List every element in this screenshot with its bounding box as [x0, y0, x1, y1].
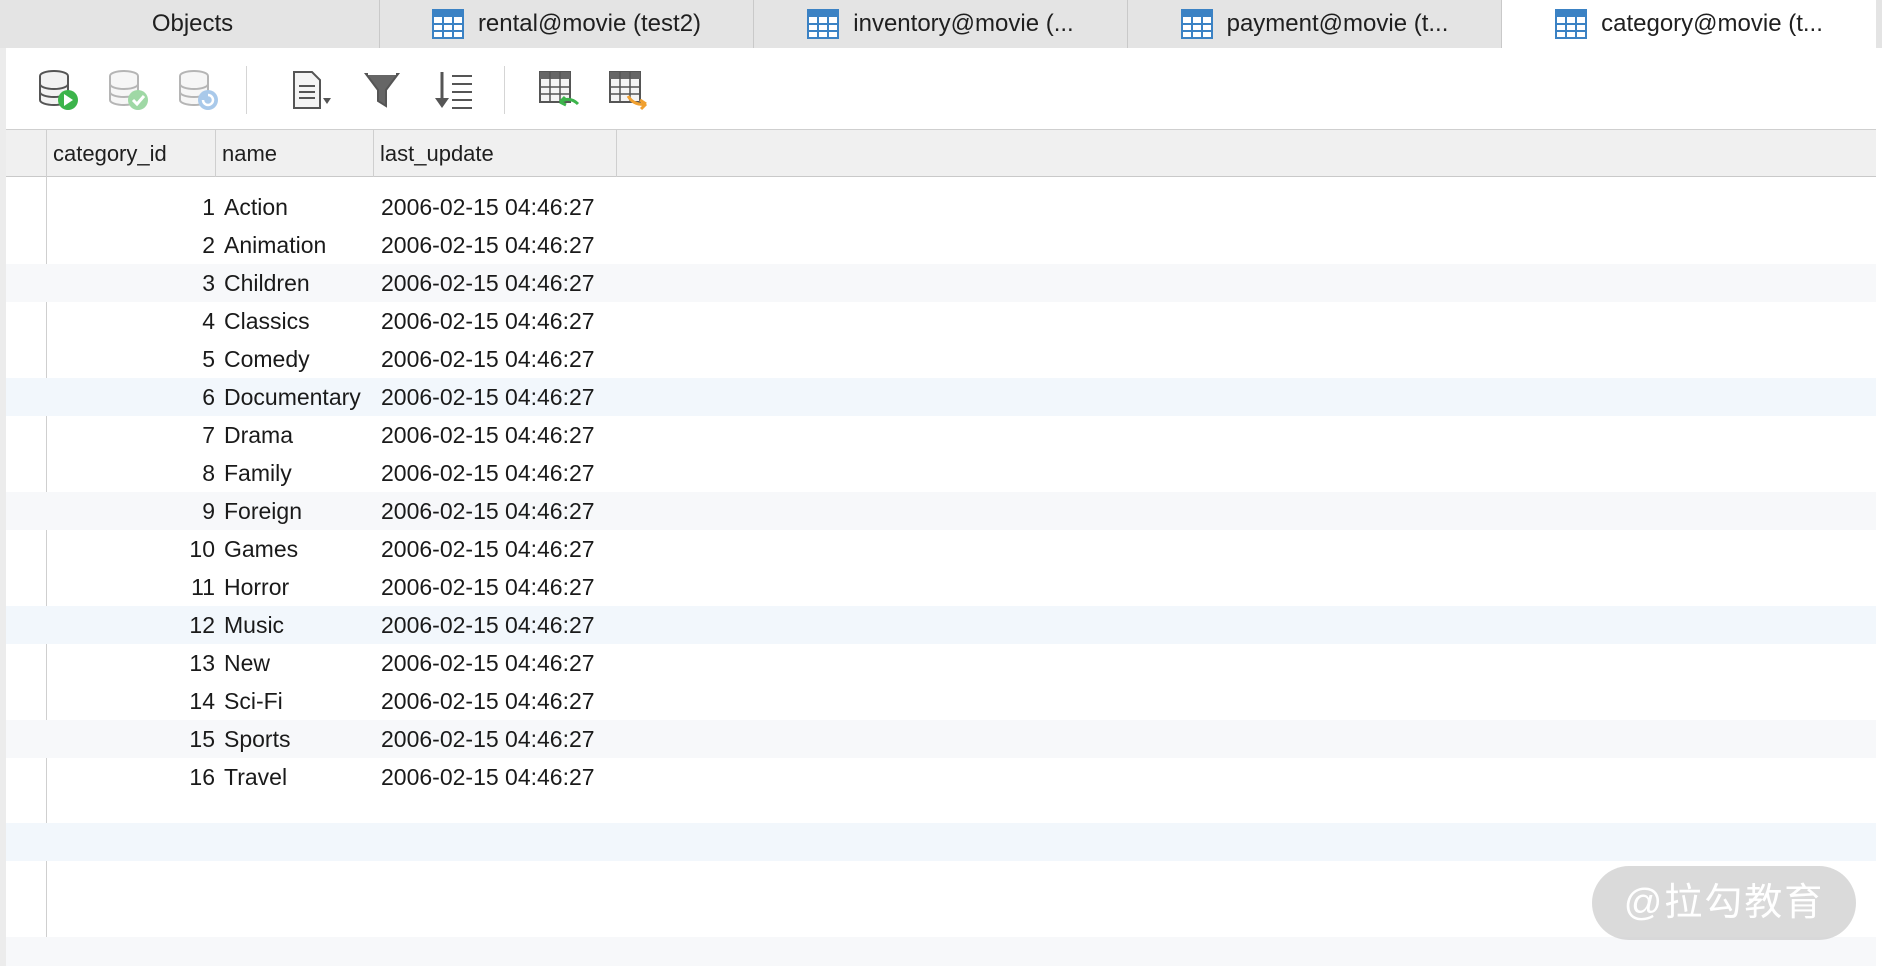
column-header-last-update[interactable]: last_update — [374, 130, 617, 177]
tab-objects[interactable]: Objects — [6, 0, 380, 48]
cell-category-id[interactable]: 1 — [47, 188, 215, 226]
cell-category-id[interactable]: 10 — [47, 530, 215, 568]
cell-name[interactable]: Action — [224, 188, 376, 226]
table-row[interactable]: 12 Music 2006-02-15 04:46:27 — [6, 606, 1876, 644]
cell-last-update[interactable]: 2006-02-15 04:46:27 — [381, 264, 609, 302]
cell-name[interactable]: Horror — [224, 568, 376, 606]
cell-category-id[interactable]: 8 — [47, 454, 215, 492]
cell-last-update[interactable]: 2006-02-15 04:46:27 — [381, 378, 609, 416]
cell-last-update[interactable]: 2006-02-15 04:46:27 — [381, 720, 609, 758]
column-header-category-id[interactable]: category_id — [47, 130, 216, 177]
row-selector-header[interactable] — [6, 130, 47, 177]
cell-last-update[interactable]: 2006-02-15 04:46:27 — [381, 530, 609, 568]
cell-name[interactable]: Sci-Fi — [224, 682, 376, 720]
table-row[interactable]: 2 Animation 2006-02-15 04:46:27 — [6, 226, 1876, 264]
sort-icon[interactable] — [432, 68, 476, 112]
cell-name[interactable]: Travel — [224, 758, 376, 796]
cell-name[interactable]: Foreign — [224, 492, 376, 530]
table-row[interactable]: 8 Family 2006-02-15 04:46:27 — [6, 454, 1876, 492]
cell-category-id[interactable]: 5 — [47, 340, 215, 378]
cell-category-id[interactable]: 14 — [47, 682, 215, 720]
cell-category-id[interactable]: 11 — [47, 568, 215, 606]
tab-label: Objects — [151, 10, 234, 37]
tab-label: inventory@movie (... — [853, 10, 1074, 37]
cell-name[interactable]: Games — [224, 530, 376, 568]
tab-label: payment@movie (t... — [1226, 10, 1449, 37]
cell-name[interactable]: Drama — [224, 416, 376, 454]
cell-name[interactable]: Comedy — [224, 340, 376, 378]
cell-last-update[interactable]: 2006-02-15 04:46:27 — [381, 492, 609, 530]
cell-last-update[interactable]: 2006-02-15 04:46:27 — [381, 606, 609, 644]
cell-name[interactable]: Documentary — [224, 378, 376, 416]
cell-name[interactable]: Classics — [224, 302, 376, 340]
cell-last-update[interactable]: 2006-02-15 04:46:27 — [381, 226, 609, 264]
tab-rental[interactable]: rental@movie (test2) — [380, 0, 754, 48]
cell-last-update[interactable]: 2006-02-15 04:46:27 — [381, 340, 609, 378]
empty-row — [6, 823, 1876, 861]
table-row[interactable]: 4 Classics 2006-02-15 04:46:27 — [6, 302, 1876, 340]
cell-category-id[interactable]: 6 — [47, 378, 215, 416]
cell-last-update[interactable]: 2006-02-15 04:46:27 — [381, 454, 609, 492]
table-row[interactable]: 7 Drama 2006-02-15 04:46:27 — [6, 416, 1876, 454]
toolbar-separator — [246, 66, 247, 114]
table-icon — [1180, 9, 1213, 39]
table-icon — [431, 9, 464, 39]
empty-row — [6, 937, 1876, 966]
tab-bar: Objects rental@movie (test2) inventory@m… — [0, 0, 1882, 48]
cell-last-update[interactable]: 2006-02-15 04:46:27 — [381, 758, 609, 796]
cell-category-id[interactable]: 16 — [47, 758, 215, 796]
cell-last-update[interactable]: 2006-02-15 04:46:27 — [381, 568, 609, 606]
table-row[interactable]: 15 Sports 2006-02-15 04:46:27 — [6, 720, 1876, 758]
db-run-icon[interactable] — [36, 68, 80, 112]
cell-category-id[interactable]: 15 — [47, 720, 215, 758]
cell-name[interactable]: New — [224, 644, 376, 682]
table-row[interactable]: 5 Comedy 2006-02-15 04:46:27 — [6, 340, 1876, 378]
table-icon — [1555, 9, 1588, 39]
cell-category-id[interactable]: 12 — [47, 606, 215, 644]
cell-name[interactable]: Sports — [224, 720, 376, 758]
data-grid[interactable]: category_id name last_update 1 Action 2006… — [6, 130, 1876, 966]
watermark: @拉勾教育 — [1592, 866, 1856, 940]
table-row[interactable]: 13 New 2006-02-15 04:46:27 — [6, 644, 1876, 682]
tab-inventory[interactable]: inventory@movie (... — [754, 0, 1128, 48]
filter-icon[interactable] — [360, 68, 404, 112]
cell-category-id[interactable]: 2 — [47, 226, 215, 264]
cell-name[interactable]: Animation — [224, 226, 376, 264]
cell-last-update[interactable]: 2006-02-15 04:46:27 — [381, 682, 609, 720]
table-row[interactable]: 9 Foreign 2006-02-15 04:46:27 — [6, 492, 1876, 530]
table-row[interactable]: 16 Travel 2006-02-15 04:46:27 — [6, 758, 1876, 796]
cell-category-id[interactable]: 3 — [47, 264, 215, 302]
cell-category-id[interactable]: 9 — [47, 492, 215, 530]
table-row[interactable]: 6 Documentary 2006-02-15 04:46:27 — [6, 378, 1876, 416]
table-row[interactable]: 10 Games 2006-02-15 04:46:27 — [6, 530, 1876, 568]
cell-last-update[interactable]: 2006-02-15 04:46:27 — [381, 644, 609, 682]
table-row[interactable]: 11 Horror 2006-02-15 04:46:27 — [6, 568, 1876, 606]
grid-header: category_id name last_update — [6, 130, 1876, 177]
cell-category-id[interactable]: 4 — [47, 302, 215, 340]
cell-name[interactable]: Family — [224, 454, 376, 492]
cell-category-id[interactable]: 7 — [47, 416, 215, 454]
table-row[interactable]: 1 Action 2006-02-15 04:46:27 — [6, 188, 1876, 226]
cell-last-update[interactable]: 2006-02-15 04:46:27 — [381, 302, 609, 340]
table-row[interactable]: 14 Sci-Fi 2006-02-15 04:46:27 — [6, 682, 1876, 720]
export-icon[interactable] — [606, 68, 650, 112]
import-icon[interactable] — [536, 68, 580, 112]
cell-last-update[interactable]: 2006-02-15 04:46:27 — [381, 188, 609, 226]
column-header-name[interactable]: name — [216, 130, 374, 177]
table-icon — [807, 9, 840, 39]
table-row[interactable]: 3 Children 2006-02-15 04:46:27 — [6, 264, 1876, 302]
db-refresh-icon[interactable] — [176, 68, 220, 112]
db-commit-icon[interactable] — [106, 68, 150, 112]
text-view-icon[interactable] — [288, 68, 332, 112]
cell-last-update[interactable]: 2006-02-15 04:46:27 — [381, 416, 609, 454]
tab-label: category@movie (t... — [1601, 10, 1823, 37]
tab-label: rental@movie (test2) — [477, 10, 702, 37]
tab-payment[interactable]: payment@movie (t... — [1128, 0, 1502, 48]
toolbar-separator — [504, 66, 505, 114]
cell-category-id[interactable]: 13 — [47, 644, 215, 682]
cell-name[interactable]: Children — [224, 264, 376, 302]
cell-name[interactable]: Music — [224, 606, 376, 644]
tab-category[interactable]: category@movie (t... — [1502, 0, 1876, 48]
toolbar — [6, 48, 1876, 130]
